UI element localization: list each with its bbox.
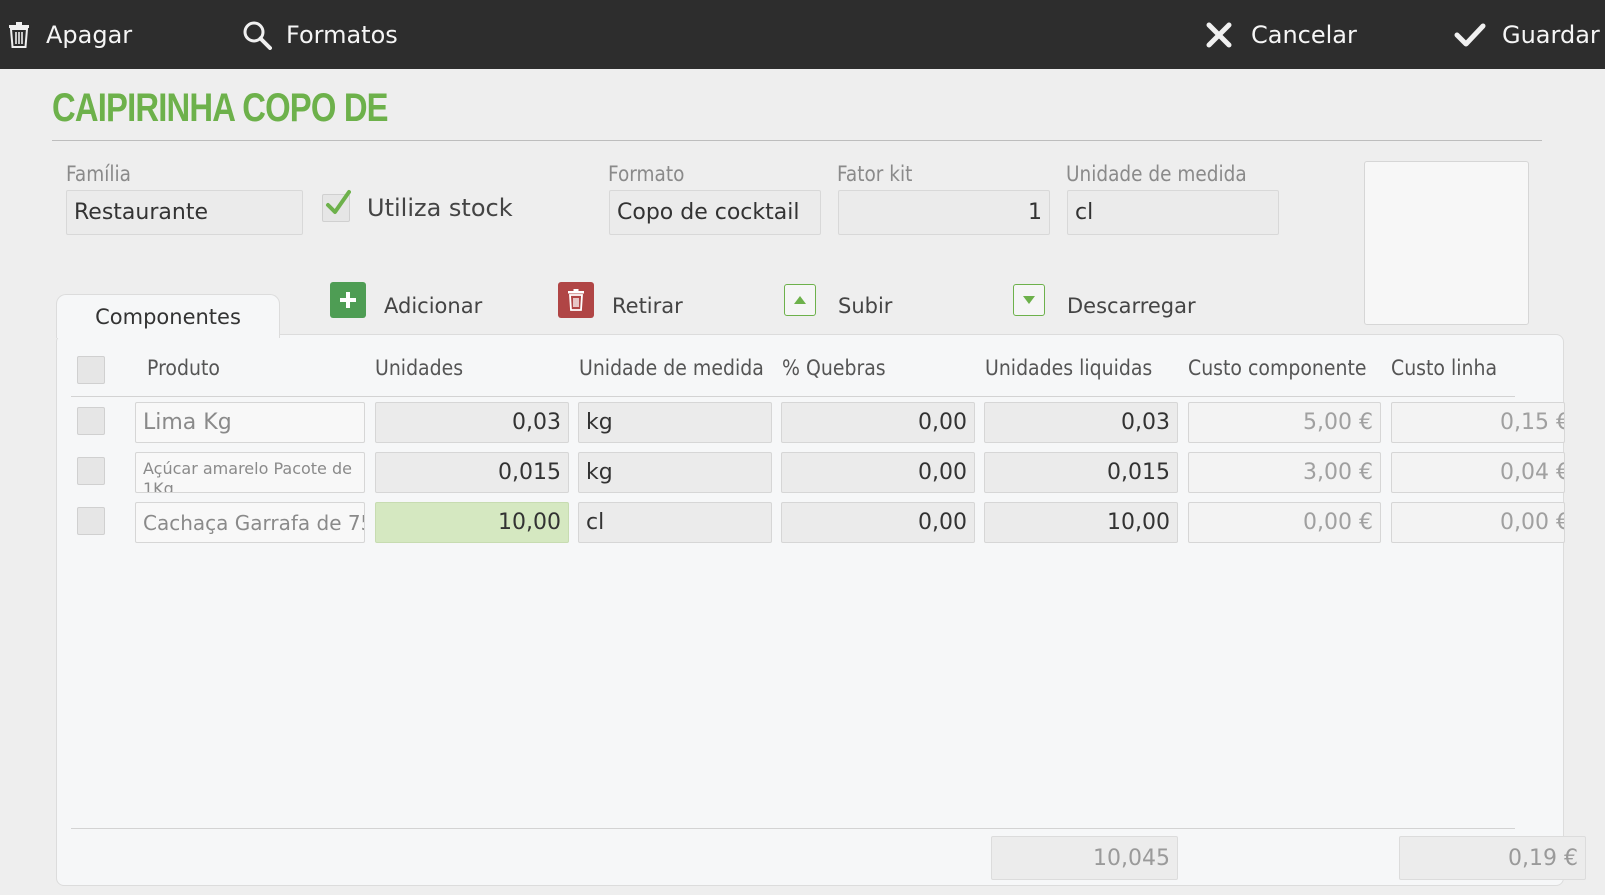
remove-label: Retirar xyxy=(612,294,683,318)
cancel-button[interactable]: Cancelar xyxy=(1206,0,1357,69)
component-cost-cell: 3,00 € xyxy=(1188,452,1381,493)
column-header-net-units: Unidades liquidas xyxy=(985,356,1153,380)
unit-measure-cell[interactable]: kg xyxy=(578,402,772,443)
tab-components-label: Componentes xyxy=(95,304,241,329)
search-icon xyxy=(242,20,272,50)
breakage-cell[interactable]: 0,00 xyxy=(781,402,975,443)
page-title: CAIPIRINHA COPO DE xyxy=(52,86,389,130)
column-header-line-cost: Custo linha xyxy=(1391,356,1498,380)
add-label: Adicionar xyxy=(384,294,483,318)
formats-label: Formatos xyxy=(286,20,398,49)
title-divider xyxy=(52,140,1542,141)
product-cell[interactable]: Lima Kg xyxy=(135,402,365,443)
move-up-label: Subir xyxy=(838,294,893,318)
family-label: Família xyxy=(66,162,131,186)
units-cell-active[interactable]: 10,00 xyxy=(375,502,569,543)
close-icon xyxy=(1206,22,1232,48)
tab-components[interactable]: Componentes xyxy=(56,294,280,338)
row-checkbox[interactable] xyxy=(77,507,105,535)
delete-button[interactable]: Apagar xyxy=(8,0,132,69)
move-down-label: Descarregar xyxy=(1067,294,1196,318)
arrow-up-icon xyxy=(784,284,816,316)
cancel-label: Cancelar xyxy=(1251,20,1357,49)
checkmark-icon xyxy=(1454,22,1486,48)
unit-field[interactable]: cl xyxy=(1067,190,1279,235)
column-header-component-cost: Custo componente xyxy=(1188,356,1367,380)
kit-factor-field[interactable]: 1 xyxy=(838,190,1050,235)
row-checkbox[interactable] xyxy=(77,457,105,485)
column-header-unit-measure: Unidade de medida xyxy=(579,356,764,380)
units-cell[interactable]: 0,015 xyxy=(375,452,569,493)
net-units-cell[interactable]: 10,00 xyxy=(984,502,1178,543)
product-cell[interactable]: Cachaça Garrafa de 75cl xyxy=(135,502,365,543)
top-toolbar: Apagar Formatos Cancelar Guardar xyxy=(0,0,1605,69)
total-line-cost: 0,19 € xyxy=(1399,836,1586,880)
line-cost-cell: 0,00 € xyxy=(1391,502,1565,543)
format-label: Formato xyxy=(608,162,685,186)
formats-button[interactable]: Formatos xyxy=(242,0,398,69)
trash-icon xyxy=(558,282,594,318)
trash-icon xyxy=(8,21,30,48)
totals-divider xyxy=(71,828,1515,829)
row-checkbox[interactable] xyxy=(77,407,105,435)
column-header-breakage: % Quebras xyxy=(782,356,886,380)
move-down-button[interactable]: Descarregar xyxy=(1013,282,1196,318)
component-cost-cell: 0,00 € xyxy=(1188,502,1381,543)
save-label: Guardar xyxy=(1502,20,1600,49)
breakage-cell[interactable]: 0,00 xyxy=(781,452,975,493)
units-cell[interactable]: 0,03 xyxy=(375,402,569,443)
net-units-cell[interactable]: 0,03 xyxy=(984,402,1178,443)
component-cost-cell: 5,00 € xyxy=(1188,402,1381,443)
product-image-placeholder[interactable] xyxy=(1364,161,1529,325)
column-header-units: Unidades xyxy=(375,356,464,380)
unit-measure-cell[interactable]: kg xyxy=(578,452,772,493)
unit-measure-cell[interactable]: cl xyxy=(578,502,772,543)
breakage-cell[interactable]: 0,00 xyxy=(781,502,975,543)
remove-button[interactable]: Retirar xyxy=(558,282,683,318)
uses-stock-toggle[interactable]: Utiliza stock xyxy=(322,190,513,222)
family-field[interactable]: Restaurante xyxy=(66,190,303,235)
line-cost-cell: 0,15 € xyxy=(1391,402,1565,443)
line-cost-cell: 0,04 € xyxy=(1391,452,1565,493)
add-button[interactable]: Adicionar xyxy=(330,282,482,318)
save-button[interactable]: Guardar xyxy=(1454,0,1600,69)
move-up-button[interactable]: Subir xyxy=(784,282,892,318)
format-field[interactable]: Copo de cocktail xyxy=(609,190,821,235)
unit-label: Unidade de medida xyxy=(1066,162,1247,186)
product-cell[interactable]: Açúcar amarelo Pacote de 1Kg xyxy=(135,452,365,493)
check-icon xyxy=(326,190,351,214)
select-all-checkbox[interactable] xyxy=(77,356,105,384)
uses-stock-checkbox[interactable] xyxy=(322,190,351,222)
arrow-down-icon xyxy=(1013,284,1045,316)
uses-stock-label: Utiliza stock xyxy=(367,194,513,222)
column-header-product: Produto xyxy=(147,356,220,380)
total-net-units: 10,045 xyxy=(991,836,1178,880)
plus-icon xyxy=(330,282,366,318)
delete-label: Apagar xyxy=(46,20,133,49)
header-divider xyxy=(71,396,1515,397)
kit-factor-label: Fator kit xyxy=(837,162,913,186)
net-units-cell[interactable]: 0,015 xyxy=(984,452,1178,493)
